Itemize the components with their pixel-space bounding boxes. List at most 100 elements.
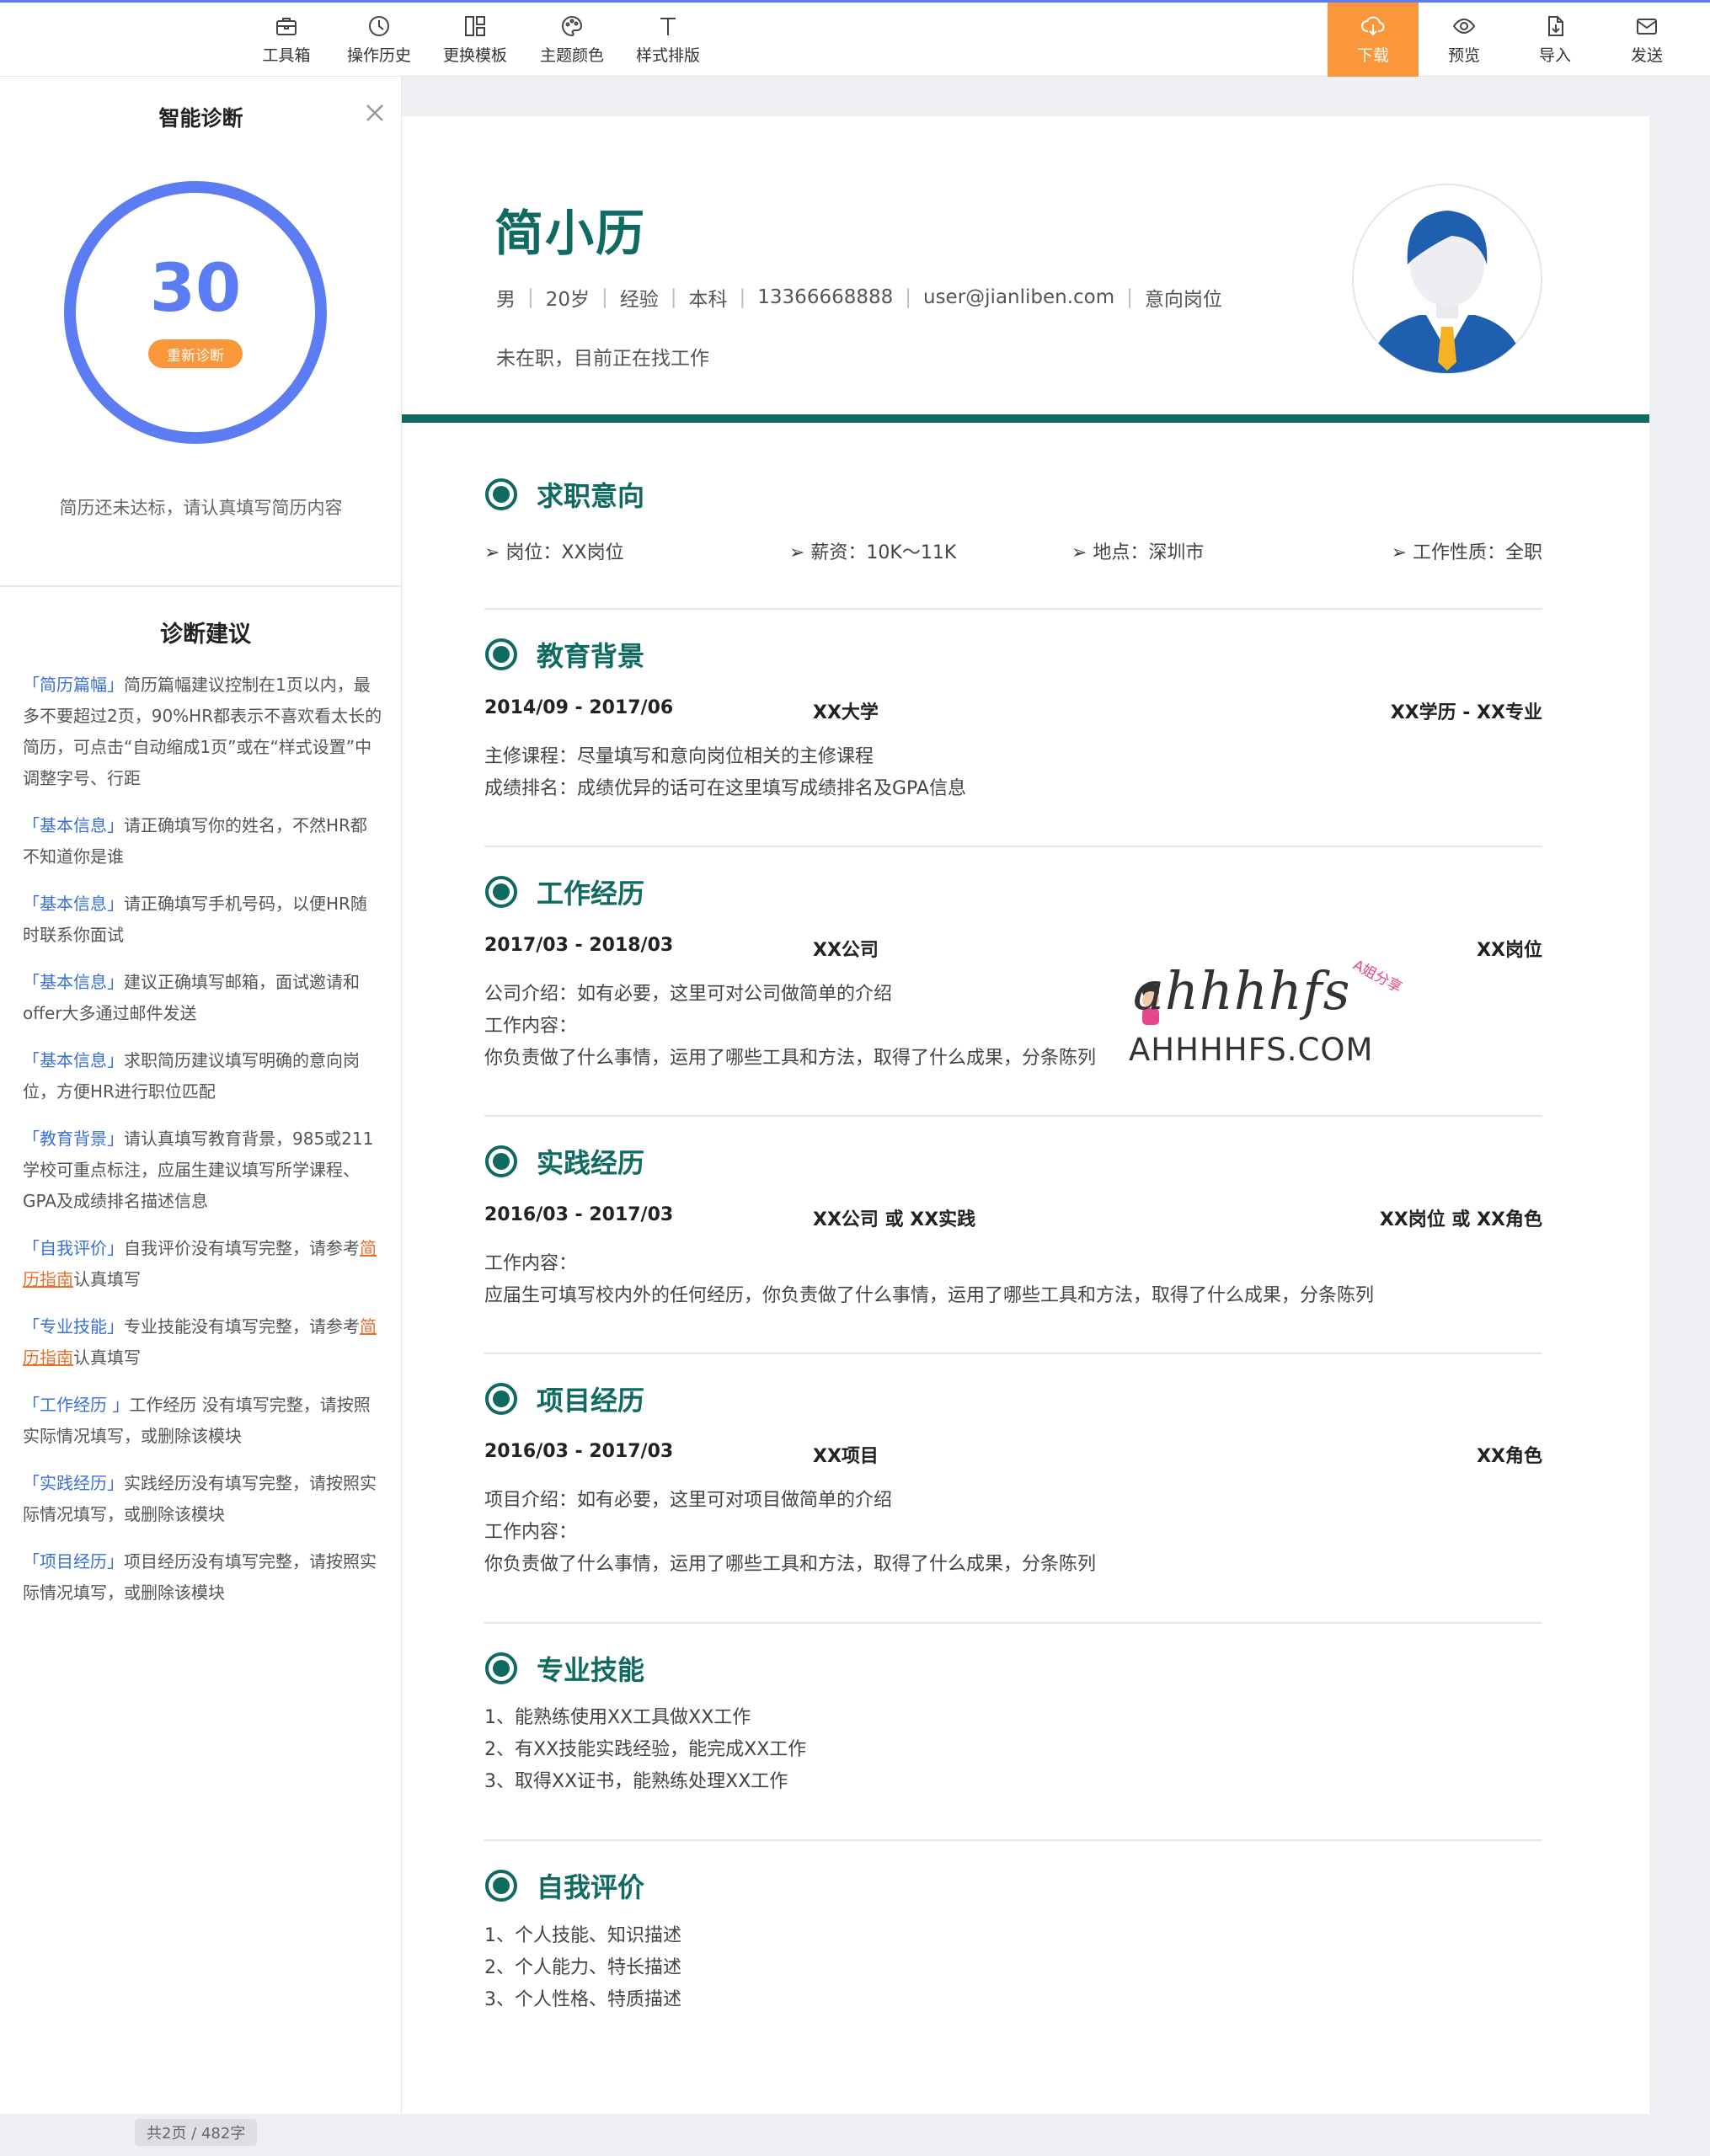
project-line: 项目介绍：如有必要，这里可对项目做简单的介绍 — [484, 1490, 893, 1511]
section-divider — [484, 1839, 1542, 1841]
mail-icon — [1637, 19, 1657, 35]
section-skills-header[interactable]: 专业技能 — [484, 1649, 644, 1688]
info-separator: | — [739, 286, 746, 308]
suggestion-tag: 「自我评价」 — [23, 1238, 124, 1258]
suggestion-item[interactable]: 「基本信息」求职简历建议填写明确的意向岗位，方便HR进行职位匹配 — [23, 1045, 383, 1107]
section-divider — [484, 1353, 1542, 1354]
close-icon — [366, 104, 383, 121]
section-bullet-icon — [485, 876, 517, 908]
work-line: 公司介绍：如有必要，这里可对公司做简单的介绍 — [484, 984, 893, 1005]
suggestion-tag: 「基本信息」 — [23, 815, 124, 835]
project-line: 你负责做了什么事情，运用了哪些工具和方法，取得了什么成果，分条陈列 — [484, 1554, 1097, 1575]
suggestion-item[interactable]: 「工作经历 」工作经历 没有填写完整，请按照实际情况填写，或删除该模块 — [23, 1390, 383, 1452]
work-details[interactable]: 公司介绍：如有必要，这里可对公司做简单的介绍 工作内容： 你负责做了什么事情，运… — [484, 979, 1096, 1075]
practice-row[interactable]: 2016/03 - 2017/03 XX公司 或 XX实践 XX岗位 或 XX角… — [484, 1204, 1542, 1230]
basic-info-line[interactable]: 男 | 20岁 | 经验 | 本科 | 13366668888 | user@jianliben.c… — [496, 283, 1222, 312]
intent-salary: ➢ 薪资：10K～11K — [789, 542, 957, 563]
suggestion-item[interactable]: 「实践经历」实践经历没有填写完整，请按照实际情况填写，或删除该模块 — [23, 1468, 383, 1530]
suggestion-item[interactable]: 「专业技能」专业技能没有填写完整，请参考简历指南认真填写 — [23, 1311, 383, 1374]
section-bullet-icon — [485, 1870, 517, 1902]
section-project-title: 项目经历 — [537, 1385, 645, 1417]
info-separator: | — [905, 286, 911, 308]
toolbox-button[interactable]: 工具箱 — [241, 3, 332, 77]
section-bullet-icon — [485, 1145, 517, 1177]
history-button[interactable]: 操作历史 — [334, 3, 425, 77]
info-separator: | — [670, 286, 677, 308]
suggestion-tag: 「基本信息」 — [23, 972, 124, 992]
intent-type: ➢ 工作性质：全职 — [1391, 542, 1542, 563]
import-icon — [1548, 16, 1563, 36]
download-button[interactable]: 下载 — [1328, 3, 1419, 77]
section-intent-header[interactable]: 求职意向 — [484, 475, 644, 514]
suggestion-item[interactable]: 「教育背景」请认真填写教育背景，985或211学校可重点标注，应届生建议填写所学… — [23, 1123, 383, 1217]
practice-details[interactable]: 工作内容： 应届生可填写校内外的任何经历，你负责做了什么事情，运用了哪些工具和方… — [484, 1248, 1374, 1312]
import-label: 导入 — [1538, 46, 1571, 65]
style-layout-button[interactable]: 样式排版 — [623, 3, 713, 77]
section-practice-header[interactable]: 实践经历 — [484, 1142, 644, 1181]
section-work-header[interactable]: 工作经历 — [484, 873, 644, 911]
info-item: 20岁 — [545, 289, 590, 311]
suggestion-item[interactable]: 「基本信息」建议正确填写邮箱，面试邀请和offer大多通过邮件发送 — [23, 967, 383, 1029]
section-bullet-icon — [485, 1652, 517, 1684]
info-item: 13366668888 — [757, 286, 894, 308]
suggestion-item[interactable]: 「项目经历」项目经历没有填写完整，请按照实际情况填写，或删除该模块 — [23, 1546, 383, 1609]
suggestion-item[interactable]: 「自我评价」自我评价没有填写完整，请参考简历指南认真填写 — [23, 1233, 383, 1295]
section-self-eval-header[interactable]: 自我评价 — [484, 1866, 644, 1905]
work-row[interactable]: 2017/03 - 2018/03 XX公司 XX岗位 — [484, 935, 1542, 961]
diagnosis-panel: 智能诊断 30 重新诊断 简历还未达标，请认真填写简历内容 诊断建议 「简历篇幅… — [0, 77, 402, 2114]
resume-name[interactable]: 简小历 — [494, 194, 646, 264]
resume-page[interactable]: 简小历 男 | 20岁 | 经验 | 本科 | 13366668888 | user@jianlib… — [402, 116, 1649, 2114]
send-button[interactable]: 发送 — [1601, 3, 1692, 77]
section-skills-title: 专业技能 — [537, 1654, 645, 1686]
suggestion-tag: 「基本信息」 — [23, 894, 124, 914]
style-layout-label: 样式排版 — [635, 46, 700, 65]
top-toolbar: 工具箱 操作历史 更换模板 主题颜色 样式排版 下载 预览 导入 发送 — [0, 0, 1710, 77]
project-role: XX角色 — [1477, 1446, 1542, 1467]
education-details[interactable]: 主修课程：尽量填写和意向岗位相关的主修课程 成绩排名：成绩优异的话可在这里填写成… — [484, 741, 966, 805]
info-separator: | — [601, 286, 608, 308]
suggestion-text: 自我评价没有填写完整，请参考 — [124, 1238, 360, 1258]
suggestion-item[interactable]: 「基本信息」请正确填写手机号码，以便HR随时联系你面试 — [23, 889, 383, 951]
clock-icon — [369, 16, 389, 36]
diagnosis-title: 智能诊断 — [158, 106, 243, 131]
education-school: XX大学 — [813, 702, 879, 723]
watermark-logo-text: ahhhhfs — [1133, 960, 1351, 1022]
watermark-site: AHHHHFS.COM — [1129, 1032, 1374, 1068]
close-button[interactable] — [364, 102, 386, 124]
education-row[interactable]: 2014/09 - 2017/06 XX大学 XX学历 - XX专业 — [484, 697, 1542, 723]
work-company: XX公司 — [813, 940, 879, 961]
section-education-header[interactable]: 教育背景 — [484, 635, 644, 674]
suggestions-title: 诊断建议 — [160, 622, 251, 648]
section-self-eval-title: 自我评价 — [537, 1871, 645, 1903]
score-message: 简历还未达标，请认真填写简历内容 — [59, 498, 343, 518]
import-button[interactable]: 导入 — [1510, 3, 1600, 77]
preview-button[interactable]: 预览 — [1419, 3, 1510, 77]
skills-details[interactable]: 1、能熟练使用XX工具做XX工作 2、有XX技能实践经验，能完成XX工作 3、取… — [484, 1702, 806, 1798]
theme-color-button[interactable]: 主题颜色 — [526, 3, 617, 77]
info-item: user@jianliben.com — [923, 286, 1115, 308]
rediagnose-button[interactable]: 重新诊断 — [148, 339, 243, 368]
avatar[interactable] — [1352, 184, 1542, 374]
practice-date: 2016/03 - 2017/03 — [484, 1204, 674, 1225]
project-details[interactable]: 项目介绍：如有必要，这里可对项目做简单的介绍 工作内容： 你负责做了什么事情，运… — [484, 1485, 1096, 1581]
template-label: 更换模板 — [442, 46, 507, 65]
suggestion-item[interactable]: 「基本信息」请正确填写你的姓名，不然HR都不知道你是谁 — [23, 810, 383, 873]
work-line: 工作内容： — [484, 1016, 578, 1037]
suggestion-tag: 「基本信息」 — [23, 1050, 124, 1070]
suggestion-tag: 「项目经历」 — [23, 1551, 124, 1572]
project-row[interactable]: 2016/03 - 2017/03 XX项目 XX角色 — [484, 1441, 1542, 1467]
practice-line: 工作内容： — [484, 1253, 578, 1274]
skill-line: 3、取得XX证书，能熟练处理XX工作 — [484, 1771, 788, 1792]
self-eval-line: 3、个人性格、特质描述 — [484, 1989, 681, 2010]
template-button[interactable]: 更换模板 — [430, 3, 521, 77]
education-degree: XX学历 - XX专业 — [1390, 702, 1542, 723]
self-eval-details[interactable]: 1、个人技能、知识描述 2、个人能力、特长描述 3、个人性格、特质描述 — [484, 1920, 681, 2016]
education-line: 成绩排名：成绩优异的话可在这里填写成绩排名及GPA信息 — [484, 778, 966, 799]
job-status[interactable]: 未在职，目前正在找工作 — [496, 342, 709, 371]
section-project-header[interactable]: 项目经历 — [484, 1380, 644, 1418]
suggestion-item[interactable]: 「简历篇幅」简历篇幅建议控制在1页以内，最多不要超过2页，90%HR都表示不喜欢… — [23, 670, 383, 794]
info-item: 男 — [496, 289, 516, 311]
header-divider — [402, 414, 1649, 423]
section-intent-title: 求职意向 — [537, 480, 645, 512]
toolbox-icon — [276, 18, 297, 35]
